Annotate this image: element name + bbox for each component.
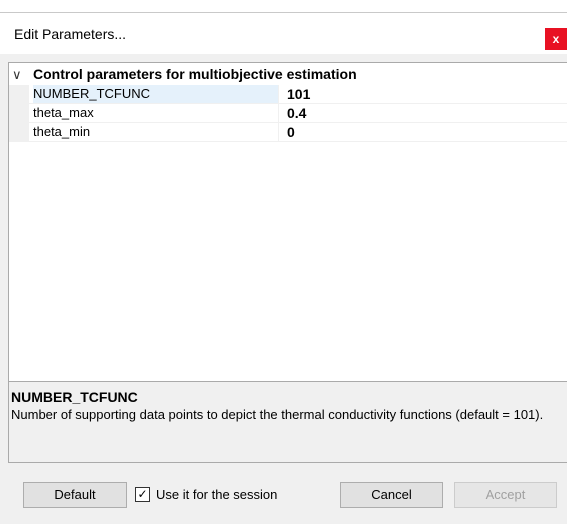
chevron-down-icon[interactable]: ∨ — [12, 65, 22, 84]
title-bar: Edit Parameters... x — [0, 13, 567, 54]
property-value[interactable]: 0 — [287, 123, 295, 141]
accept-button[interactable]: Accept — [454, 482, 557, 508]
cancel-button[interactable]: Cancel — [340, 482, 443, 508]
row-gutter — [9, 104, 29, 122]
close-icon: x — [552, 32, 560, 46]
checkbox-check-icon[interactable]: ✓ — [135, 487, 150, 502]
property-value[interactable]: 101 — [287, 85, 310, 103]
dialog-title: Edit Parameters... — [14, 26, 127, 42]
description-text: Number of supporting data points to depi… — [11, 407, 544, 422]
edit-parameters-dialog: Edit Parameters... x ∨ Control parameter… — [0, 12, 567, 524]
category-row[interactable]: ∨ Control parameters for multiobjective … — [9, 65, 567, 84]
property-name: theta_max — [33, 104, 279, 122]
property-name: theta_min — [33, 123, 279, 141]
property-row-theta-max[interactable]: theta_max 0.4 — [9, 104, 567, 123]
default-button[interactable]: Default — [23, 482, 127, 508]
description-panel: NUMBER_TCFUNC Number of supporting data … — [8, 381, 567, 463]
property-row-theta-min[interactable]: theta_min 0 — [9, 123, 567, 142]
description-title: NUMBER_TCFUNC — [11, 389, 138, 405]
property-value[interactable]: 0.4 — [287, 104, 306, 122]
close-button[interactable]: x — [545, 28, 567, 50]
row-gutter — [9, 123, 29, 141]
property-row-number-tcfunc[interactable]: NUMBER_TCFUNC 101 — [9, 85, 567, 104]
property-grid: ∨ Control parameters for multiobjective … — [8, 62, 567, 382]
row-gutter — [9, 85, 29, 103]
property-name: NUMBER_TCFUNC — [33, 85, 279, 103]
category-label: Control parameters for multiobjective es… — [33, 66, 357, 82]
checkbox-label: Use it for the session — [156, 487, 278, 502]
